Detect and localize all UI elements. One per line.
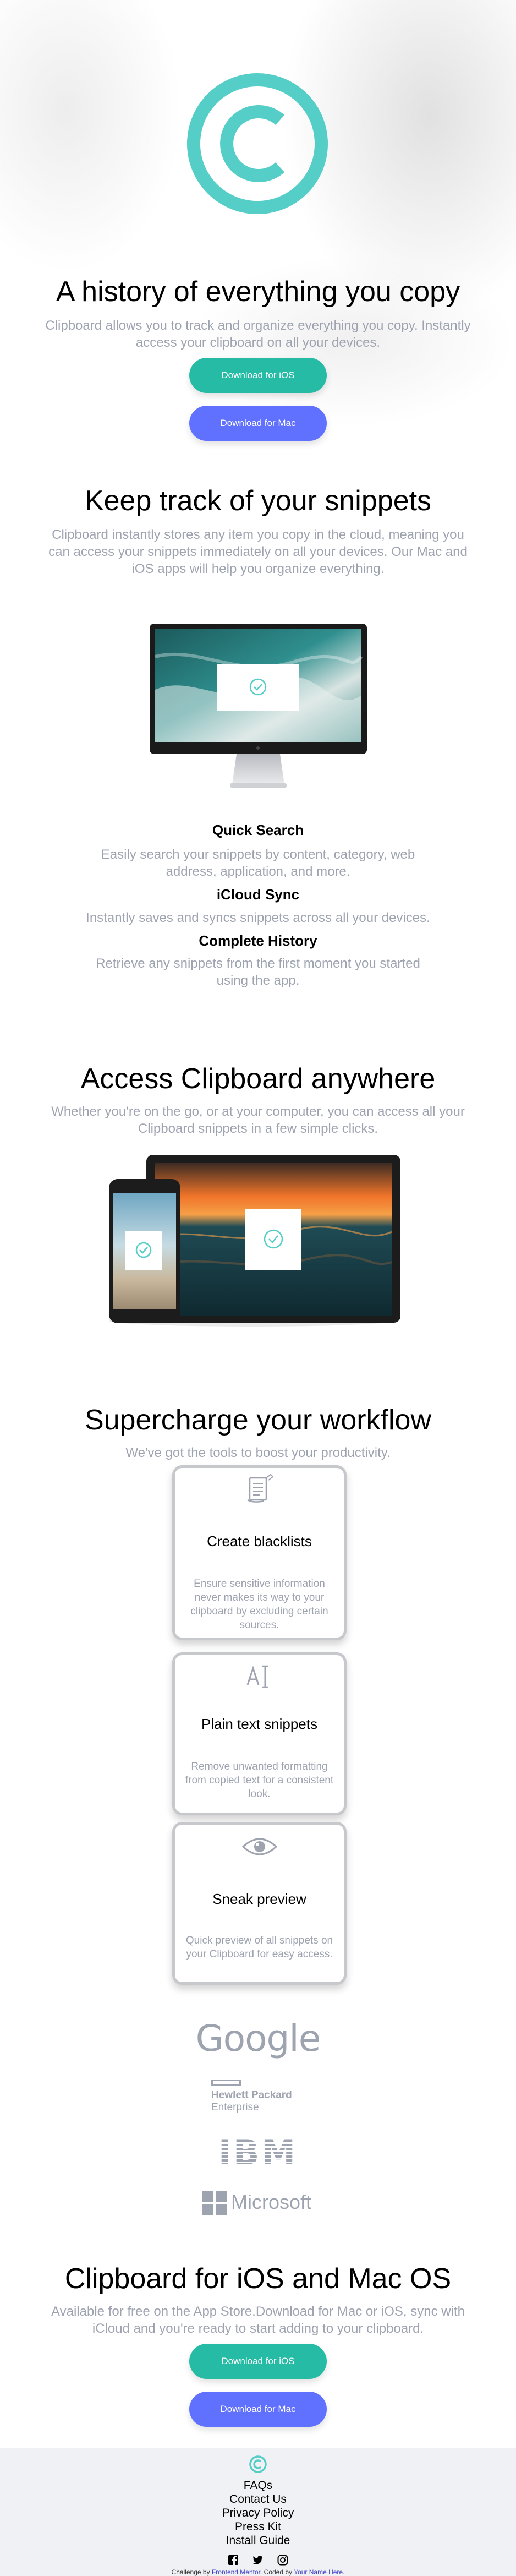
devices-image — [109, 1155, 400, 1327]
footer: FAQs Contact Us Privacy Policy Press Kit… — [0, 2448, 516, 2576]
feature-text-complete-history: Retrieve any snippets from the first mom… — [96, 956, 420, 988]
cta-download-mac-button[interactable]: Download for Mac — [189, 2392, 327, 2427]
hp-logo: Hewlett Packard Enterprise — [0, 2080, 516, 2116]
card-text-plain-text: Remove unwanted formatting from copied t… — [185, 1761, 334, 1800]
card-text-blacklists: Ensure sensitive information never makes… — [190, 1578, 328, 1631]
microsoft-logo: Microsoft — [0, 2190, 516, 2217]
twitter-icon[interactable] — [252, 2554, 264, 2566]
access-title: Access Clipboard anywhere — [80, 1063, 436, 1095]
microsoft-squares-icon — [202, 2191, 227, 2215]
author-link[interactable]: Your Name Here — [294, 2568, 343, 2576]
feature-text-quick-search: Easily search your snippets by content, … — [101, 847, 415, 879]
snippets-subtitle: Clipboard instantly stores any item you … — [48, 527, 468, 576]
feature-card-plain-text: Plain text snippets Remove unwanted form… — [172, 1652, 347, 1815]
credit-middle: . Coded by — [260, 2568, 293, 2576]
feature-title-complete-history: Complete History — [199, 932, 317, 949]
feature-title-quick-search: Quick Search — [212, 822, 304, 838]
hero-section: A history of everything you copy Clipboa… — [0, 0, 516, 457]
blacklist-icon — [246, 1473, 274, 1503]
card-title-plain-text: Plain text snippets — [201, 1716, 317, 1732]
attribution: Challenge by Frontend Mentor. Coded by Y… — [0, 2568, 516, 2576]
hp-logo-line1: Hewlett Packard — [211, 2089, 292, 2101]
footer-link-contact[interactable]: Contact Us — [0, 2493, 516, 2506]
hero-title: A history of everything you copy — [56, 276, 460, 308]
card-title-blacklists: Create blacklists — [207, 1533, 312, 1549]
feature-text-icloud-sync: Instantly saves and syncs snippets acros… — [86, 910, 430, 925]
download-ios-button[interactable]: Download for iOS — [189, 358, 327, 393]
ibm-logo: IBM — [0, 2136, 516, 2170]
download-mac-button[interactable]: Download for Mac — [189, 406, 327, 441]
footer-logo-icon[interactable] — [249, 2455, 267, 2474]
footer-link-install-guide[interactable]: Install Guide — [0, 2534, 516, 2547]
feature-card-blacklists: Create blacklists Ensure sensitive infor… — [172, 1465, 347, 1640]
footer-link-privacy[interactable]: Privacy Policy — [0, 2507, 516, 2520]
computer-image — [150, 624, 367, 788]
credit-suffix: . — [343, 2568, 345, 2576]
facebook-icon[interactable] — [227, 2554, 239, 2566]
credit-prefix: Challenge by — [171, 2568, 210, 2576]
frontend-mentor-link[interactable]: Frontend Mentor — [212, 2568, 260, 2576]
card-title-sneak-preview: Sneak preview — [212, 1891, 306, 1907]
ibm-stripes — [209, 2140, 308, 2166]
footer-link-press-kit[interactable]: Press Kit — [0, 2520, 516, 2534]
card-text-sneak-preview: Quick preview of all snippets on your Cl… — [185, 1935, 333, 1960]
google-logo: Google — [195, 2017, 321, 2060]
feature-title-icloud-sync: iCloud Sync — [216, 886, 300, 903]
page: A history of everything you copy Clipboa… — [0, 0, 516, 2576]
clipboard-logo-icon — [187, 73, 328, 214]
cta-title: Clipboard for iOS and Mac OS — [64, 2263, 452, 2295]
instagram-icon[interactable] — [277, 2554, 289, 2566]
hero-subtitle: Clipboard allows you to track and organi… — [45, 318, 471, 350]
access-subtitle: Whether you're on the go, or at your com… — [51, 1104, 465, 1136]
hp-rectangle-icon — [211, 2080, 241, 2086]
text-icon — [246, 1665, 268, 1688]
feature-card-sneak-preview: Sneak preview Quick preview of all snipp… — [172, 1822, 347, 1985]
microsoft-logo-text: Microsoft — [231, 2191, 312, 2213]
workflow-title: Supercharge your workflow — [84, 1404, 432, 1436]
cta-download-ios-button[interactable]: Download for iOS — [189, 2344, 327, 2379]
eye-icon — [241, 1838, 277, 1855]
workflow-subtitle: We've got the tools to boost your produc… — [125, 1445, 391, 1460]
cta-subtitle: Available for free on the App Store.Down… — [51, 2304, 465, 2336]
footer-link-faqs[interactable]: FAQs — [0, 2479, 516, 2492]
hp-logo-line2: Enterprise — [211, 2102, 259, 2113]
snippets-title: Keep track of your snippets — [84, 485, 432, 517]
